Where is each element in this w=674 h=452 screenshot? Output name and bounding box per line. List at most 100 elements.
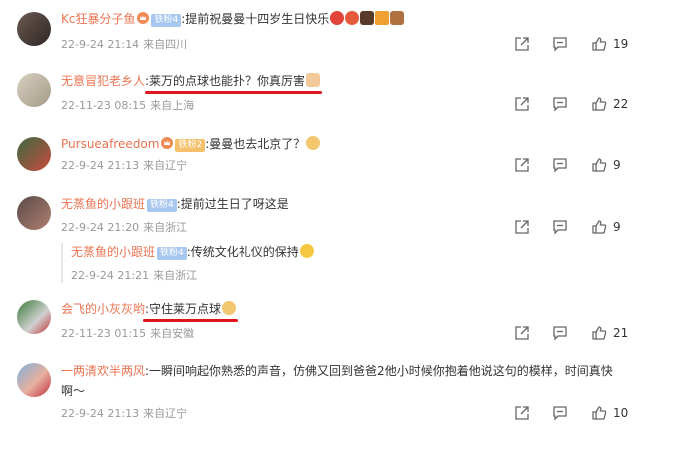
timestamp: 22-11-23 08:15 — [61, 99, 147, 112]
doge-emoji-icon — [306, 136, 321, 150]
reply-block: 无蒸鱼的小跟班 铁粉4:传统文化礼仪的保持 22-9-24 21:21 来自浙江 — [61, 243, 314, 283]
like-button[interactable]: 21 — [591, 324, 628, 342]
comment-line: 无意冒犯老乡人:莱万的点球也能扑？你真厉害 — [61, 72, 321, 90]
username[interactable]: Pursueafreedom — [61, 137, 159, 151]
like-count: 9 — [613, 220, 621, 234]
comment-text: :一瞬间响起你熟悉的声音，仿佛又回到爸爸2他小时候你抱着他说这句的模样，时间真快 — [145, 364, 613, 378]
red-underline — [143, 319, 238, 322]
avatar[interactable] — [17, 363, 51, 397]
comment-text: :守住莱万点球 — [145, 302, 222, 316]
share-icon[interactable] — [514, 218, 530, 236]
avatar[interactable] — [17, 137, 51, 171]
action-bar: 9 — [504, 156, 674, 174]
comment-meta: 22-11-23 01:15 来自安徽 — [61, 325, 198, 341]
like-count: 21 — [613, 326, 629, 340]
avatar[interactable] — [17, 196, 51, 230]
username[interactable]: 会飞的小灰灰哟 — [61, 302, 145, 316]
timestamp: 22-9-24 21:13 — [61, 407, 140, 420]
reply-username[interactable]: 无蒸鱼的小跟班 — [71, 245, 155, 259]
comment-icon[interactable] — [552, 95, 568, 113]
action-bar: 9 — [504, 218, 674, 236]
cake-icon — [390, 11, 405, 25]
comment-text: :提前祝曼曼十四岁生日快乐 — [181, 12, 330, 26]
comment-meta: 22-9-24 21:20 来自浙江 — [61, 219, 191, 235]
balloon-icon — [345, 11, 360, 25]
comment-icon[interactable] — [552, 324, 568, 342]
comment-meta: 22-9-24 21:13 来自辽宁 — [61, 405, 191, 421]
action-bar: 22 — [504, 95, 674, 113]
comment-line: 一两清欢半两风:一瞬间响起你熟悉的声音，仿佛又回到爸爸2他小时候你抱着他说这句的… — [61, 362, 613, 380]
username[interactable]: 无意冒犯老乡人 — [61, 74, 145, 88]
action-bar: 10 — [504, 404, 674, 422]
share-icon[interactable] — [514, 324, 530, 342]
fan-badge: 铁粉4 — [147, 199, 177, 212]
share-icon[interactable] — [514, 35, 530, 53]
like-button[interactable]: 22 — [591, 95, 628, 113]
location: 来自安徽 — [150, 327, 195, 340]
timestamp: 22-9-24 21:20 — [61, 221, 140, 234]
username[interactable]: 一两清欢半两风 — [61, 364, 145, 378]
like-count: 9 — [613, 158, 621, 172]
comment-meta: 22-9-24 21:14 来自四川 — [61, 36, 191, 52]
location: 来自四川 — [143, 38, 188, 51]
username[interactable]: Kc狂暴分子鱼 — [61, 12, 135, 26]
share-icon[interactable] — [514, 404, 530, 422]
comment-text: :提前过生日了呀这是 — [176, 197, 289, 211]
location: 来自浙江 — [153, 269, 198, 282]
thumbs-up-icon — [592, 97, 607, 111]
cake-icon — [360, 11, 375, 25]
reply-line: 无蒸鱼的小跟班 铁粉4:传统文化礼仪的保持 — [71, 243, 314, 261]
timestamp: 22-11-23 01:15 — [61, 327, 147, 340]
fan-badge: 铁粉4 — [157, 247, 187, 260]
timestamp: 22-9-24 21:13 — [61, 159, 140, 172]
comment-meta: 22-9-24 21:13 来自辽宁 — [61, 157, 191, 173]
avatar[interactable] — [17, 73, 51, 107]
location: 来自辽宁 — [143, 407, 188, 420]
timestamp: 22-9-24 21:21 — [71, 269, 150, 282]
thumbs-up-icon — [592, 406, 607, 420]
shy-emoji-icon — [299, 244, 314, 258]
comment-icon[interactable] — [552, 35, 568, 53]
comment-text-continued: 啊～ — [61, 384, 86, 398]
thumbs-up-icon — [592, 37, 607, 51]
gift-icon — [375, 11, 390, 25]
like-button[interactable]: 10 — [591, 404, 628, 422]
red-underline — [145, 91, 322, 94]
comment-line: Pursueafreedom 铁粉2:曼曼也去北京了？ — [61, 135, 321, 153]
comment-line: Kc狂暴分子鱼 铁粉4:提前祝曼曼十四岁生日快乐 — [61, 10, 405, 28]
timestamp: 22-9-24 21:14 — [61, 38, 140, 51]
username[interactable]: 无蒸鱼的小跟班 — [61, 197, 145, 211]
comment-meta: 22-11-23 08:15 来自上海 — [61, 97, 198, 113]
comment-icon[interactable] — [552, 218, 568, 236]
comment-line-continued: 啊～ — [61, 382, 85, 400]
like-count: 19 — [613, 37, 629, 51]
crown-icon — [137, 12, 150, 24]
comment-text: :莱万的点球也能扑？你真厉害 — [145, 74, 306, 88]
fan-badge: 铁粉2 — [175, 139, 206, 152]
thumbs-up-emoji-icon — [306, 73, 321, 87]
reply-meta: 22-9-24 21:21 来自浙江 — [71, 267, 197, 283]
share-icon[interactable] — [514, 95, 530, 113]
thumbs-up-icon — [592, 220, 607, 234]
share-icon[interactable] — [514, 156, 530, 174]
like-count: 22 — [613, 97, 629, 111]
crown-icon — [161, 137, 174, 149]
like-button[interactable]: 9 — [591, 156, 621, 174]
avatar[interactable] — [17, 300, 51, 334]
location: 来自浙江 — [143, 221, 188, 234]
location: 来自上海 — [150, 99, 195, 112]
balloon-icon — [330, 11, 345, 25]
comment-line: 会飞的小灰灰哟:守住莱万点球 — [61, 300, 237, 318]
like-button[interactable]: 19 — [591, 35, 628, 53]
thumbs-up-icon — [592, 326, 607, 340]
like-count: 10 — [613, 406, 629, 420]
action-bar: 21 — [504, 324, 674, 342]
reply-text: :传统文化礼仪的保持 — [186, 245, 299, 259]
fan-badge: 铁粉4 — [151, 14, 182, 27]
thumbs-up-icon — [592, 158, 607, 172]
comment-icon[interactable] — [552, 156, 568, 174]
like-button[interactable]: 9 — [591, 218, 621, 236]
comment-icon[interactable] — [552, 404, 568, 422]
location: 来自辽宁 — [143, 159, 188, 172]
avatar[interactable] — [17, 12, 51, 46]
